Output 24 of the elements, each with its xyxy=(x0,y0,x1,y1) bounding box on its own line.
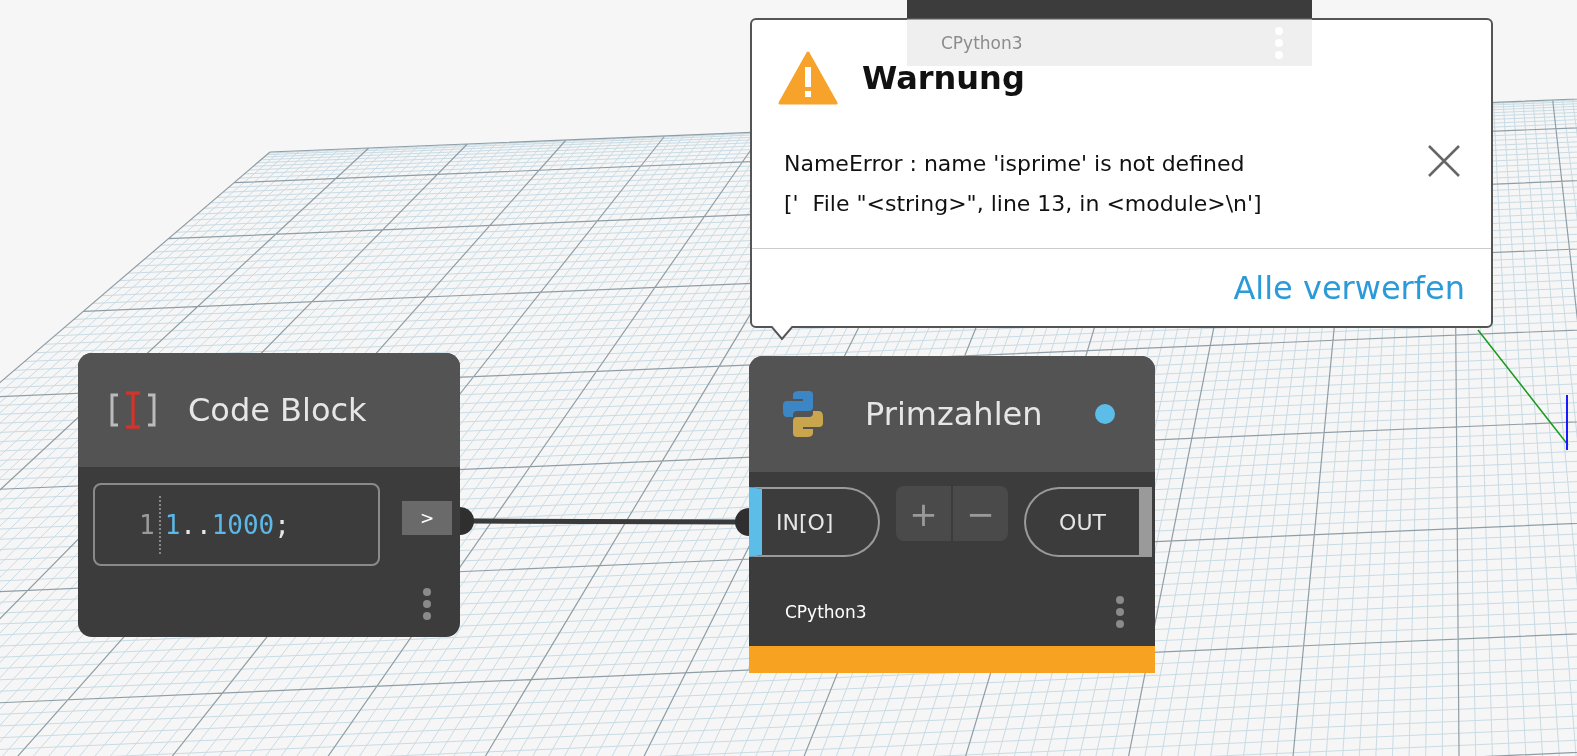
error-message: NameError : name 'isprime' is not defined xyxy=(784,150,1246,178)
engine-label: CPython3 xyxy=(785,602,867,622)
output-port-label[interactable]: OUT xyxy=(1024,487,1152,557)
engine-label: CPython3 xyxy=(941,32,1023,53)
output-port-icon[interactable] xyxy=(460,507,476,535)
close-icon[interactable] xyxy=(1427,144,1461,178)
more-options-icon[interactable] xyxy=(422,587,432,621)
code-block-node[interactable]: Code Block 1 1..1000; > xyxy=(78,353,460,637)
warning-title: Warnung xyxy=(862,59,1025,97)
python-script-node[interactable]: Primzahlen IN[O] + − OUT CPython3 xyxy=(749,356,1155,673)
line-number: 1 xyxy=(139,509,155,540)
output-button[interactable]: > xyxy=(402,501,452,535)
input-port-label[interactable]: IN[O] xyxy=(749,487,880,557)
bracket-cursor-icon xyxy=(108,390,158,430)
warning-icon xyxy=(778,51,838,105)
input-port-icon[interactable] xyxy=(735,508,749,536)
code-line: 1..1000; xyxy=(164,509,290,540)
node-title: Code Block xyxy=(188,391,367,429)
status-dot-icon xyxy=(1094,404,1115,424)
code-editor-field[interactable]: 1 1..1000; xyxy=(93,483,380,566)
node-title: Primzahlen xyxy=(865,395,1043,433)
more-options-icon[interactable] xyxy=(1115,595,1125,629)
two-tone-logo-icon xyxy=(783,391,823,437)
error-message: [' File "<string>", line 13, in <module>\n'] xyxy=(784,190,1262,218)
